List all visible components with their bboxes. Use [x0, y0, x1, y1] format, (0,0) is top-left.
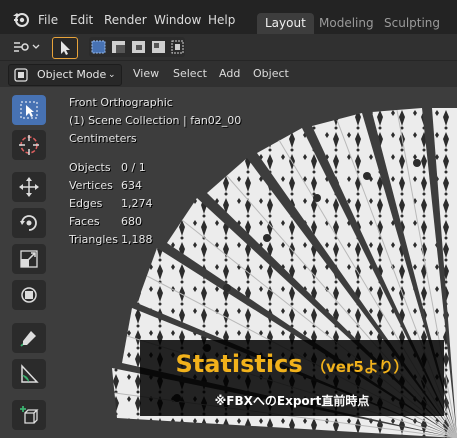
- viewport-editor-icon: [14, 42, 40, 52]
- header-select[interactable]: Select: [173, 67, 207, 80]
- tool-scale[interactable]: [12, 244, 46, 274]
- menu-window[interactable]: Window: [154, 13, 201, 27]
- stat-objects-value: 0 / 1: [121, 161, 146, 174]
- caption-title-line: Statistics （ver5より）: [140, 350, 444, 378]
- collection-info: (1) Scene Collection | fan02_00: [69, 114, 242, 127]
- tab-layout[interactable]: Layout: [257, 13, 314, 34]
- caption-subtitle: （ver5より）: [311, 358, 409, 376]
- stat-edges-label: Edges: [69, 197, 103, 210]
- menu-file[interactable]: File: [38, 13, 58, 27]
- stat-objects-label: Objects: [69, 161, 111, 174]
- move-icon: [19, 177, 39, 197]
- transform-icon: [21, 287, 37, 303]
- caption-box: Statistics （ver5より） ※FBXへのExport直前時点: [140, 340, 444, 416]
- tool-select-box[interactable]: [12, 95, 46, 125]
- add-cube-icon: [20, 406, 39, 424]
- stat-vertices-value: 634: [121, 179, 142, 192]
- tool-move[interactable]: [12, 172, 46, 202]
- view-name: Front Orthographic: [69, 96, 173, 109]
- tool-transform[interactable]: [12, 280, 46, 310]
- caption-title: Statistics: [175, 350, 303, 378]
- cursor-icon: [19, 135, 39, 155]
- cursor-arrow-icon: [61, 41, 70, 55]
- select-box-icon: [20, 101, 38, 119]
- units-label: Centimeters: [69, 132, 137, 145]
- tool-measure[interactable]: [12, 359, 46, 389]
- header-add[interactable]: Add: [219, 67, 240, 80]
- scale-icon: [20, 250, 38, 268]
- stat-triangles-value: 1,188: [121, 233, 153, 246]
- object-mode-dropdown[interactable]: Object Mode ⌄: [8, 64, 122, 86]
- tab-sculpting[interactable]: Sculpting: [376, 13, 448, 34]
- object-mode-icon: [14, 68, 28, 82]
- tool-add-cube[interactable]: [12, 400, 46, 430]
- tool-rotate[interactable]: [12, 208, 46, 238]
- menu-help[interactable]: Help: [208, 13, 235, 27]
- selection-mode-group: [89, 37, 185, 57]
- blender-logo-icon[interactable]: [12, 10, 30, 28]
- stat-edges-value: 1,274: [121, 197, 153, 210]
- stat-vertices-label: Vertices: [69, 179, 113, 192]
- object-mode-label: Object Mode: [37, 68, 107, 81]
- menu-render[interactable]: Render: [104, 13, 147, 27]
- chevron-down-icon: ⌄: [108, 70, 116, 80]
- tool-settings-bar: [0, 34, 457, 60]
- active-tool-button[interactable]: [52, 37, 78, 59]
- blender-window: File Edit Render Window Help Layout Mode…: [0, 0, 457, 438]
- stat-triangles-label: Triangles: [69, 233, 118, 246]
- header-object[interactable]: Object: [253, 67, 289, 80]
- annotate-icon: [20, 331, 36, 347]
- caption-note: ※FBXへのExport直前時点: [214, 394, 370, 408]
- tool-cursor[interactable]: [12, 130, 46, 160]
- stat-faces-value: 680: [121, 215, 142, 228]
- viewport-header: Object Mode ⌄ View Select Add Object: [0, 60, 457, 87]
- editor-type-dropdown[interactable]: [10, 37, 42, 57]
- rotate-icon: [20, 215, 37, 231]
- measure-icon: [21, 364, 39, 383]
- header-view[interactable]: View: [133, 67, 159, 80]
- 3d-viewport[interactable]: Front Orthographic (1) Scene Collection …: [0, 87, 457, 438]
- tool-annotate[interactable]: [12, 323, 46, 353]
- menu-edit[interactable]: Edit: [70, 13, 93, 27]
- tab-modeling[interactable]: Modeling: [311, 13, 382, 34]
- top-bar: File Edit Render Window Help Layout Mode…: [0, 0, 457, 34]
- stat-faces-label: Faces: [69, 215, 100, 228]
